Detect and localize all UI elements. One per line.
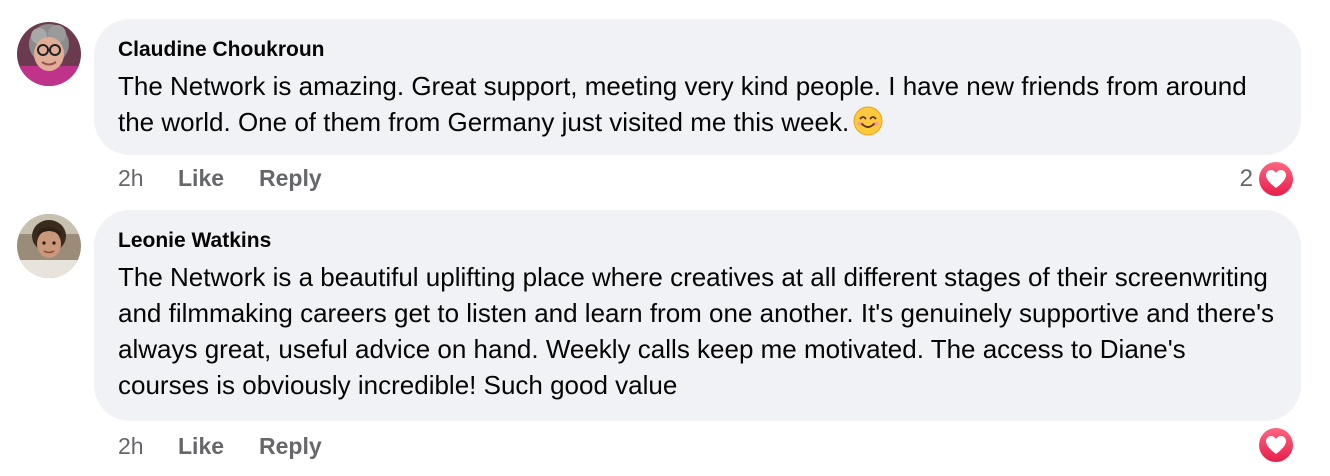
comment: Leonie Watkins The Network is a beautifu…	[0, 205, 1330, 476]
reaction-summary[interactable]: 2	[1240, 160, 1294, 197]
comment-text-container: The Network is amazing. Great support, m…	[118, 68, 1277, 140]
reply-button[interactable]: Reply	[259, 164, 322, 192]
avatar[interactable]	[17, 214, 81, 278]
comment-author[interactable]: Leonie Watkins	[118, 228, 1277, 254]
comment-bubble: Claudine Choukroun The Network is amazin…	[94, 19, 1301, 155]
comment-actions: 2h Like Reply	[118, 164, 322, 192]
comment-actions: 2h Like Reply	[118, 432, 322, 460]
love-reaction-icon	[1257, 160, 1294, 197]
comment-text-container: The Network is a beautiful uplifting pla…	[118, 259, 1277, 403]
smiling-face-emoji	[853, 106, 883, 136]
comment-bubble: Leonie Watkins The Network is a beautifu…	[94, 210, 1301, 421]
like-button[interactable]: Like	[178, 164, 259, 192]
comment-text: The Network is amazing. Great support, m…	[118, 71, 1247, 137]
avatar[interactable]	[17, 22, 81, 86]
comment-timestamp[interactable]: 2h	[118, 432, 178, 460]
reply-button[interactable]: Reply	[259, 432, 322, 460]
comment-text: The Network is a beautiful uplifting pla…	[118, 262, 1275, 400]
like-button[interactable]: Like	[178, 432, 259, 460]
love-reaction-icon	[1257, 426, 1294, 463]
reaction-count: 2	[1239, 164, 1253, 192]
comment: Claudine Choukroun The Network is amazin…	[0, 0, 1330, 205]
comment-timestamp[interactable]: 2h	[118, 164, 178, 192]
reaction-summary[interactable]	[1257, 426, 1294, 463]
comment-author[interactable]: Claudine Choukroun	[118, 37, 1277, 63]
